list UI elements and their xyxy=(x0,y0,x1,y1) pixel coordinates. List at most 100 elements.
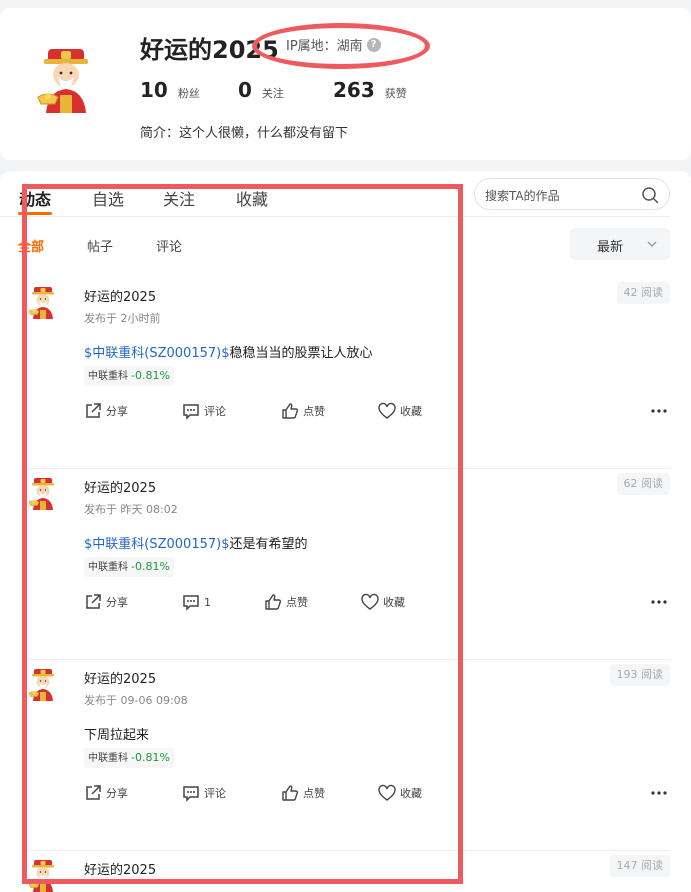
stock-tag-name: 中联重科 xyxy=(88,753,128,764)
read-count: 147 阅读 xyxy=(609,855,670,877)
stat-fans[interactable]: 10 粉丝 xyxy=(140,78,200,102)
post-author[interactable]: 好运的2025 xyxy=(84,286,156,305)
like-icon xyxy=(282,403,299,419)
tab-following[interactable]: 关注 xyxy=(163,186,195,210)
post-time: 发布于 昨天 08:02 xyxy=(84,503,178,516)
share-label: 分享 xyxy=(106,405,128,418)
share-button[interactable]: 分享 xyxy=(84,593,128,611)
post-item: 好运的2025 发布于 09-06 09:08 193 阅读 下周拉起来 中联重… xyxy=(0,660,670,851)
avatar[interactable] xyxy=(27,475,59,511)
like-button[interactable]: 点赞 xyxy=(281,402,325,420)
stat-number: 10 xyxy=(140,78,168,102)
favorite-button[interactable]: 收藏 xyxy=(361,593,405,611)
profile-card: 好运的2025 IP属地：湖南 ? 10 粉丝 0 关注 263 获赞 简介：这… xyxy=(0,8,691,160)
stock-tag-name: 中联重科 xyxy=(88,371,128,382)
read-count: 193 阅读 xyxy=(609,664,670,686)
post-item: 好运的2025 发布于 昨天 08:02 62 阅读 $中联重科(SZ00015… xyxy=(0,469,670,660)
read-count: 42 阅读 xyxy=(616,282,670,304)
favorite-button[interactable]: 收藏 xyxy=(378,402,422,420)
search-input[interactable]: 搜索TA的作品 xyxy=(474,178,670,210)
post-author[interactable]: 好运的2025 xyxy=(84,859,156,878)
post-body: 稳稳当当的股票让人放心 xyxy=(229,346,373,361)
tab-watchlist[interactable]: 自选 xyxy=(92,186,124,210)
stat-label: 粉丝 xyxy=(177,87,200,100)
post-text[interactable]: $中联重科(SZ000157)$还是有希望的 xyxy=(84,533,308,552)
subtab-comments[interactable]: 评论 xyxy=(156,236,182,255)
sort-dropdown[interactable]: 最新 xyxy=(570,228,670,260)
stat-number: 0 xyxy=(238,78,252,102)
main-tabs: 动态 自选 关注 收藏 搜索TA的作品 xyxy=(0,171,670,217)
stock-tag[interactable]: 中联重科 -0.81% xyxy=(84,748,174,768)
post-text[interactable]: $中联重科(SZ000157)$稳稳当当的股票让人放心 xyxy=(84,342,373,361)
like-icon xyxy=(265,594,282,610)
comment-count: 1 xyxy=(204,595,211,609)
stat-following[interactable]: 0 关注 xyxy=(238,78,284,102)
post-author[interactable]: 好运的2025 xyxy=(84,668,156,687)
favorite-label: 收藏 xyxy=(400,405,422,418)
post-author[interactable]: 好运的2025 xyxy=(84,477,156,496)
share-icon xyxy=(86,403,101,418)
like-label: 点赞 xyxy=(303,405,325,418)
share-label: 分享 xyxy=(106,596,128,609)
stock-tag-change: -0.81% xyxy=(131,751,170,764)
stock-link[interactable]: $中联重科(SZ000157)$ xyxy=(84,346,229,361)
stock-tag-change: -0.81% xyxy=(131,560,170,573)
share-icon xyxy=(86,785,101,800)
avatar[interactable] xyxy=(27,857,59,892)
stock-tag[interactable]: 中联重科 -0.81% xyxy=(84,557,174,577)
post-item: 好运的2025 发布于 2小时前 42 阅读 $中联重科(SZ000157)$稳… xyxy=(0,278,670,469)
search-icon[interactable] xyxy=(641,186,659,204)
share-button[interactable]: 分享 xyxy=(84,784,128,802)
post-body: 下周拉起来 xyxy=(84,728,150,743)
stock-link[interactable]: $中联重科(SZ000157)$ xyxy=(84,537,229,552)
stat-number: 263 xyxy=(333,78,375,102)
post-body: 还是有希望的 xyxy=(229,537,308,552)
read-count: 62 阅读 xyxy=(616,473,670,495)
share-label: 分享 xyxy=(106,787,128,800)
avatar[interactable] xyxy=(27,284,59,320)
profile-bio: 简介：这个人很懒，什么都没有留下 xyxy=(140,126,349,141)
like-label: 点赞 xyxy=(303,787,325,800)
post-item: 好运的2025 147 阅读 xyxy=(0,851,670,892)
comment-icon xyxy=(183,595,199,611)
like-button[interactable]: 点赞 xyxy=(281,784,325,802)
like-button[interactable]: 点赞 xyxy=(264,593,308,611)
content-card: 动态 自选 关注 收藏 搜索TA的作品 全部 帖子 评论 最新 好运的2025 … xyxy=(0,171,691,892)
stat-label: 关注 xyxy=(261,87,284,100)
comment-icon xyxy=(183,404,199,420)
like-icon xyxy=(282,785,299,801)
favorite-button[interactable]: 收藏 xyxy=(378,784,422,802)
subtab-posts[interactable]: 帖子 xyxy=(87,236,113,255)
comment-button[interactable]: 1 xyxy=(182,593,211,611)
avatar xyxy=(34,43,98,115)
stat-likes: 263 获赞 xyxy=(333,78,407,102)
more-icon[interactable] xyxy=(651,600,667,604)
stock-tag-change: -0.81% xyxy=(131,369,170,382)
subtab-all[interactable]: 全部 xyxy=(18,236,44,255)
annotation-oval xyxy=(252,23,430,69)
post-text[interactable]: 下周拉起来 xyxy=(84,724,149,743)
search-placeholder: 搜索TA的作品 xyxy=(485,189,560,203)
stock-tag[interactable]: 中联重科 -0.81% xyxy=(84,366,174,386)
chevron-down-icon xyxy=(647,241,657,247)
stock-tag-name: 中联重科 xyxy=(88,562,128,573)
comment-button[interactable]: 评论 xyxy=(182,402,226,420)
comment-label: 评论 xyxy=(204,787,226,800)
comment-button[interactable]: 评论 xyxy=(182,784,226,802)
more-icon[interactable] xyxy=(651,791,667,795)
heart-icon xyxy=(378,402,396,419)
comment-icon xyxy=(183,786,199,802)
share-icon xyxy=(86,594,101,609)
share-button[interactable]: 分享 xyxy=(84,402,128,420)
comment-label: 评论 xyxy=(204,405,226,418)
tab-favorites[interactable]: 收藏 xyxy=(236,186,268,210)
stat-label: 获赞 xyxy=(384,87,407,100)
post-time: 发布于 2小时前 xyxy=(84,312,161,325)
favorite-label: 收藏 xyxy=(383,596,405,609)
active-tab-indicator xyxy=(18,212,52,215)
more-icon[interactable] xyxy=(651,409,667,413)
avatar[interactable] xyxy=(27,666,59,702)
like-label: 点赞 xyxy=(286,596,308,609)
heart-icon xyxy=(378,784,396,801)
tab-dynamics[interactable]: 动态 xyxy=(19,186,51,210)
